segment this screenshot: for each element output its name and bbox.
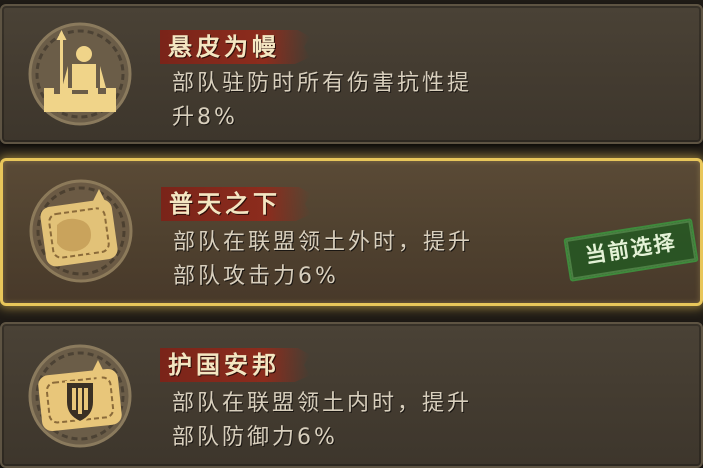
talent-card-protect-nation[interactable]: 护国安邦 部队在联盟领土内时，提升 部队防御力6%	[0, 322, 703, 468]
talent-description-line1: 部队驻防时所有伤害抗性提	[172, 71, 473, 96]
talent-title: 普天之下	[161, 187, 311, 221]
talent-description-line2: 部队防御力6%	[172, 425, 338, 450]
talent-description-line1: 部队在联盟领土外时，提升	[173, 230, 474, 255]
talent-card-fortified-hide[interactable]: 悬皮为幔 部队驻防时所有伤害抗性提 升8%	[0, 4, 703, 144]
talent-description-line1: 部队在联盟领土内时，提升	[172, 391, 473, 416]
fist-spear-icon	[29, 179, 133, 283]
shield-icon	[28, 344, 132, 448]
talent-description-line2: 部队攻击力6%	[173, 264, 339, 289]
talent-title: 悬皮为幔	[160, 30, 310, 64]
talent-description-line2: 升8%	[172, 105, 238, 130]
armored-soldier-icon	[28, 22, 132, 126]
talent-title: 护国安邦	[160, 348, 310, 382]
